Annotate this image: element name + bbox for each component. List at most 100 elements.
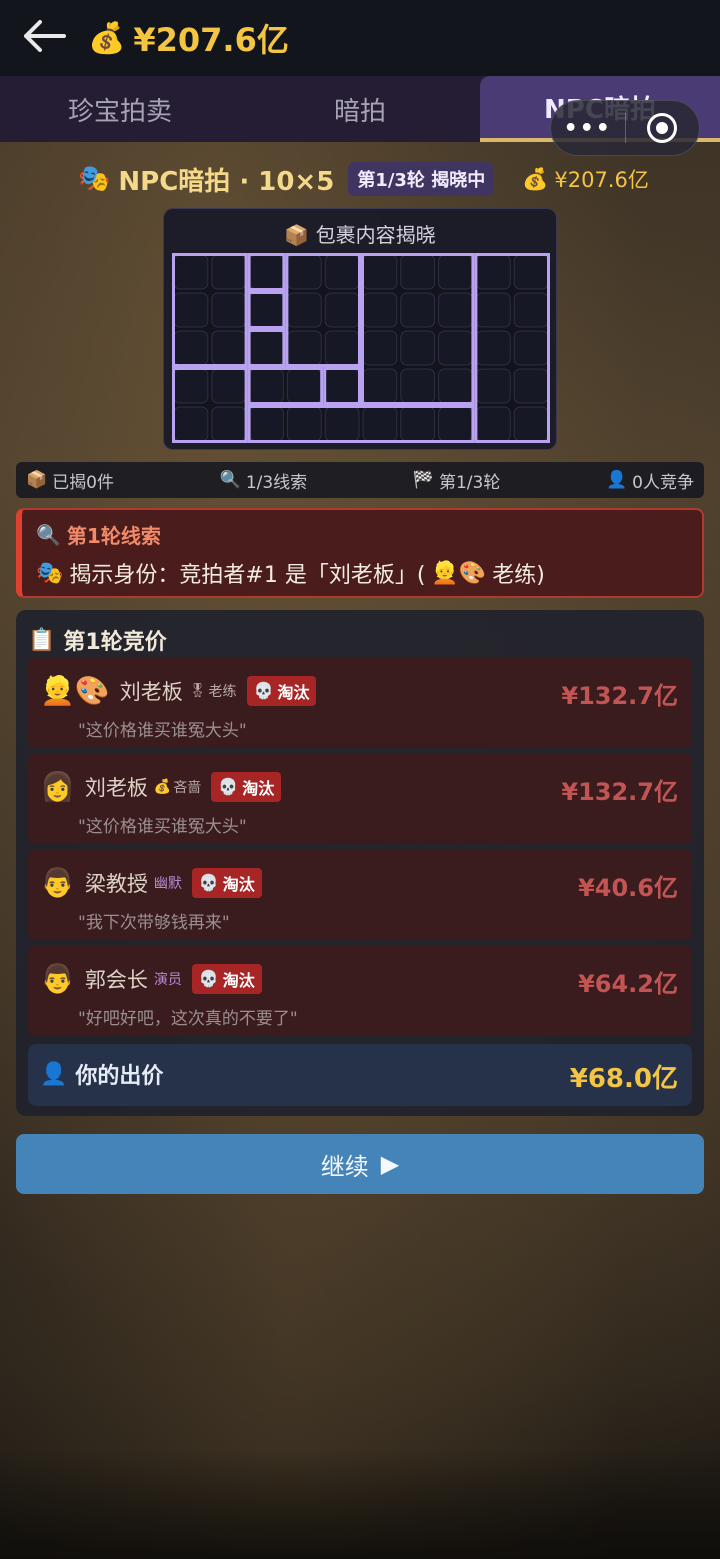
clue-title: 🔍 第1轮线索	[36, 520, 688, 549]
grid-cell	[362, 254, 398, 290]
bid-row: 👨 梁教授 幽默 💀 淘汰 ¥40.6亿 "我下次带够钱再来"	[28, 850, 692, 940]
status-badge: 💀 淘汰	[211, 771, 282, 802]
clue-box: 🔍 第1轮线索 🎭 揭示身份：竞拍者#1 是「刘老板」(👱🎨 老练)	[16, 508, 704, 598]
grid-cell	[400, 330, 436, 366]
continue-button[interactable]: 继续 ▶	[16, 1134, 704, 1194]
status-badge: 💀 淘汰	[191, 963, 262, 994]
money-bag-icon: 💰	[153, 778, 172, 795]
target-icon[interactable]	[626, 113, 700, 143]
package-grid-panel: 📦 包裹内容揭晓	[163, 208, 557, 450]
grid-cell	[173, 330, 209, 366]
avatar: 👱🎨	[431, 560, 487, 586]
your-bid-amount: ¥68.0亿	[569, 1064, 678, 1094]
back-arrow-icon[interactable]	[22, 18, 70, 58]
bidder-name: 梁教授	[84, 871, 148, 896]
game-title-row: 🎭 NPC暗拍 · 10×5 第1/3轮 揭晓中 💰 ¥207.6亿	[78, 160, 649, 198]
game-money-amount: ¥207.6亿	[554, 168, 649, 192]
avatar: 👨	[40, 866, 75, 899]
stat-competitors-label: 0人竞争	[632, 472, 694, 493]
play-icon: ▶	[380, 1150, 400, 1178]
grid-cell	[438, 330, 473, 366]
magnifier-icon: 🔍	[219, 470, 241, 490]
top-money-amount: ¥207.6亿	[133, 21, 289, 59]
status-badge: 💀 淘汰	[191, 867, 262, 898]
more-dots-icon[interactable]: •••	[551, 116, 625, 141]
grid-cell	[362, 368, 398, 404]
grid-cell	[400, 406, 436, 442]
grid-cell	[249, 292, 284, 328]
bidder-name: 刘老板	[84, 775, 148, 800]
tab-blind-auction[interactable]: 暗拍	[240, 76, 480, 142]
bid-row: 👱🎨 刘老板 🎖 老练 💀 淘汰 ¥132.7亿 "这价格谁买谁冤大头"	[28, 658, 692, 748]
grid-cell	[513, 254, 549, 290]
grid-cell	[286, 368, 322, 404]
stats-bar: 📦 已揭0件 🔍 1/3线索 🏁 第1/3轮 👤 0人竞争	[16, 462, 704, 498]
stat-clues-label: 1/3线索	[245, 472, 308, 493]
grid-cell	[362, 406, 398, 442]
clue-text-prefix: 揭示身份：竞拍者#1 是「刘老板」(	[69, 563, 426, 588]
money-bag-icon: 💰	[88, 20, 126, 56]
grid-cell	[400, 254, 436, 290]
grid-cell	[475, 254, 511, 290]
grid-cell	[438, 254, 473, 290]
bid-quote: "我下次带够钱再来"	[78, 913, 230, 933]
grid-cell	[513, 368, 549, 404]
grid-cell	[211, 330, 247, 366]
trait-tag: 演员	[153, 971, 182, 988]
grid-cell	[324, 406, 360, 442]
grid-cell	[324, 368, 360, 404]
grid-cell	[286, 292, 322, 328]
grid-cell	[362, 330, 398, 366]
grid-cell	[173, 292, 209, 328]
stat-round-label: 第1/3轮	[438, 472, 501, 493]
package-grid	[172, 253, 550, 443]
clipboard-icon: 📋	[28, 627, 56, 653]
bid-amount: ¥40.6亿	[578, 874, 678, 902]
status-badge: 💀 淘汰	[246, 675, 317, 706]
bidder-name: 郭会长	[84, 967, 148, 992]
avatar: 👩	[40, 770, 75, 803]
bid-panel-title: 📋 第1轮竞价	[28, 624, 167, 656]
grid-cell	[211, 406, 247, 442]
avatar: 👨	[40, 962, 75, 995]
money-bag-icon: 💰	[522, 166, 549, 191]
grid-cell	[173, 406, 209, 442]
clue-text: 🎭 揭示身份：竞拍者#1 是「刘老板」(👱🎨 老练)	[36, 557, 688, 589]
grid-cell	[438, 406, 473, 442]
grid-cell	[249, 406, 284, 442]
grid-cell	[438, 368, 473, 404]
grid-cell	[286, 406, 322, 442]
grid-cell	[513, 330, 549, 366]
grid-cell	[475, 330, 511, 366]
grid-cell	[513, 406, 549, 442]
grid-cell	[211, 254, 247, 290]
your-bid-row: 👤 你的出价 ¥68.0亿	[28, 1044, 692, 1106]
grid-cell	[475, 368, 511, 404]
box-icon: 📦	[26, 470, 48, 490]
grid-cell	[211, 368, 247, 404]
bid-panel: 📋 第1轮竞价 👱🎨 刘老板 🎖 老练 💀 淘汰 ¥132.7亿 "这价格谁买谁冤大…	[16, 610, 704, 1116]
game-title: NPC暗拍 · 10×5	[118, 166, 335, 197]
grid-cell	[475, 292, 511, 328]
bid-quote: "这价格谁买谁冤大头"	[78, 817, 247, 837]
grid-cell	[211, 292, 247, 328]
your-bid-label: 你的出价	[75, 1064, 164, 1089]
trait-tag: 💰 吝啬	[153, 778, 202, 796]
bottom-shade	[0, 1450, 720, 1559]
round-badge: 第1/3轮 揭晓中	[348, 162, 495, 196]
bid-amount: ¥132.7亿	[561, 682, 678, 710]
grid-cell	[513, 292, 549, 328]
bid-panel-title-text: 第1轮竞价	[63, 630, 167, 655]
package-icon: 📦	[284, 223, 310, 247]
skull-icon: 💀	[198, 873, 219, 892]
tab-treasure-auction[interactable]: 珍宝拍卖	[0, 76, 240, 142]
stat-round: 🏁 第1/3轮	[413, 468, 501, 493]
avatar: 👱🎨	[40, 674, 110, 707]
skull-icon: 💀	[218, 777, 239, 796]
magnifier-icon: 🔍	[36, 522, 61, 547]
clue-text-suffix: 老练)	[492, 563, 545, 588]
trait-tag: 幽默	[153, 875, 182, 892]
grid-cell	[286, 254, 322, 290]
grid-cell	[324, 330, 360, 366]
stat-competitors: 👤 0人竞争	[606, 468, 694, 493]
